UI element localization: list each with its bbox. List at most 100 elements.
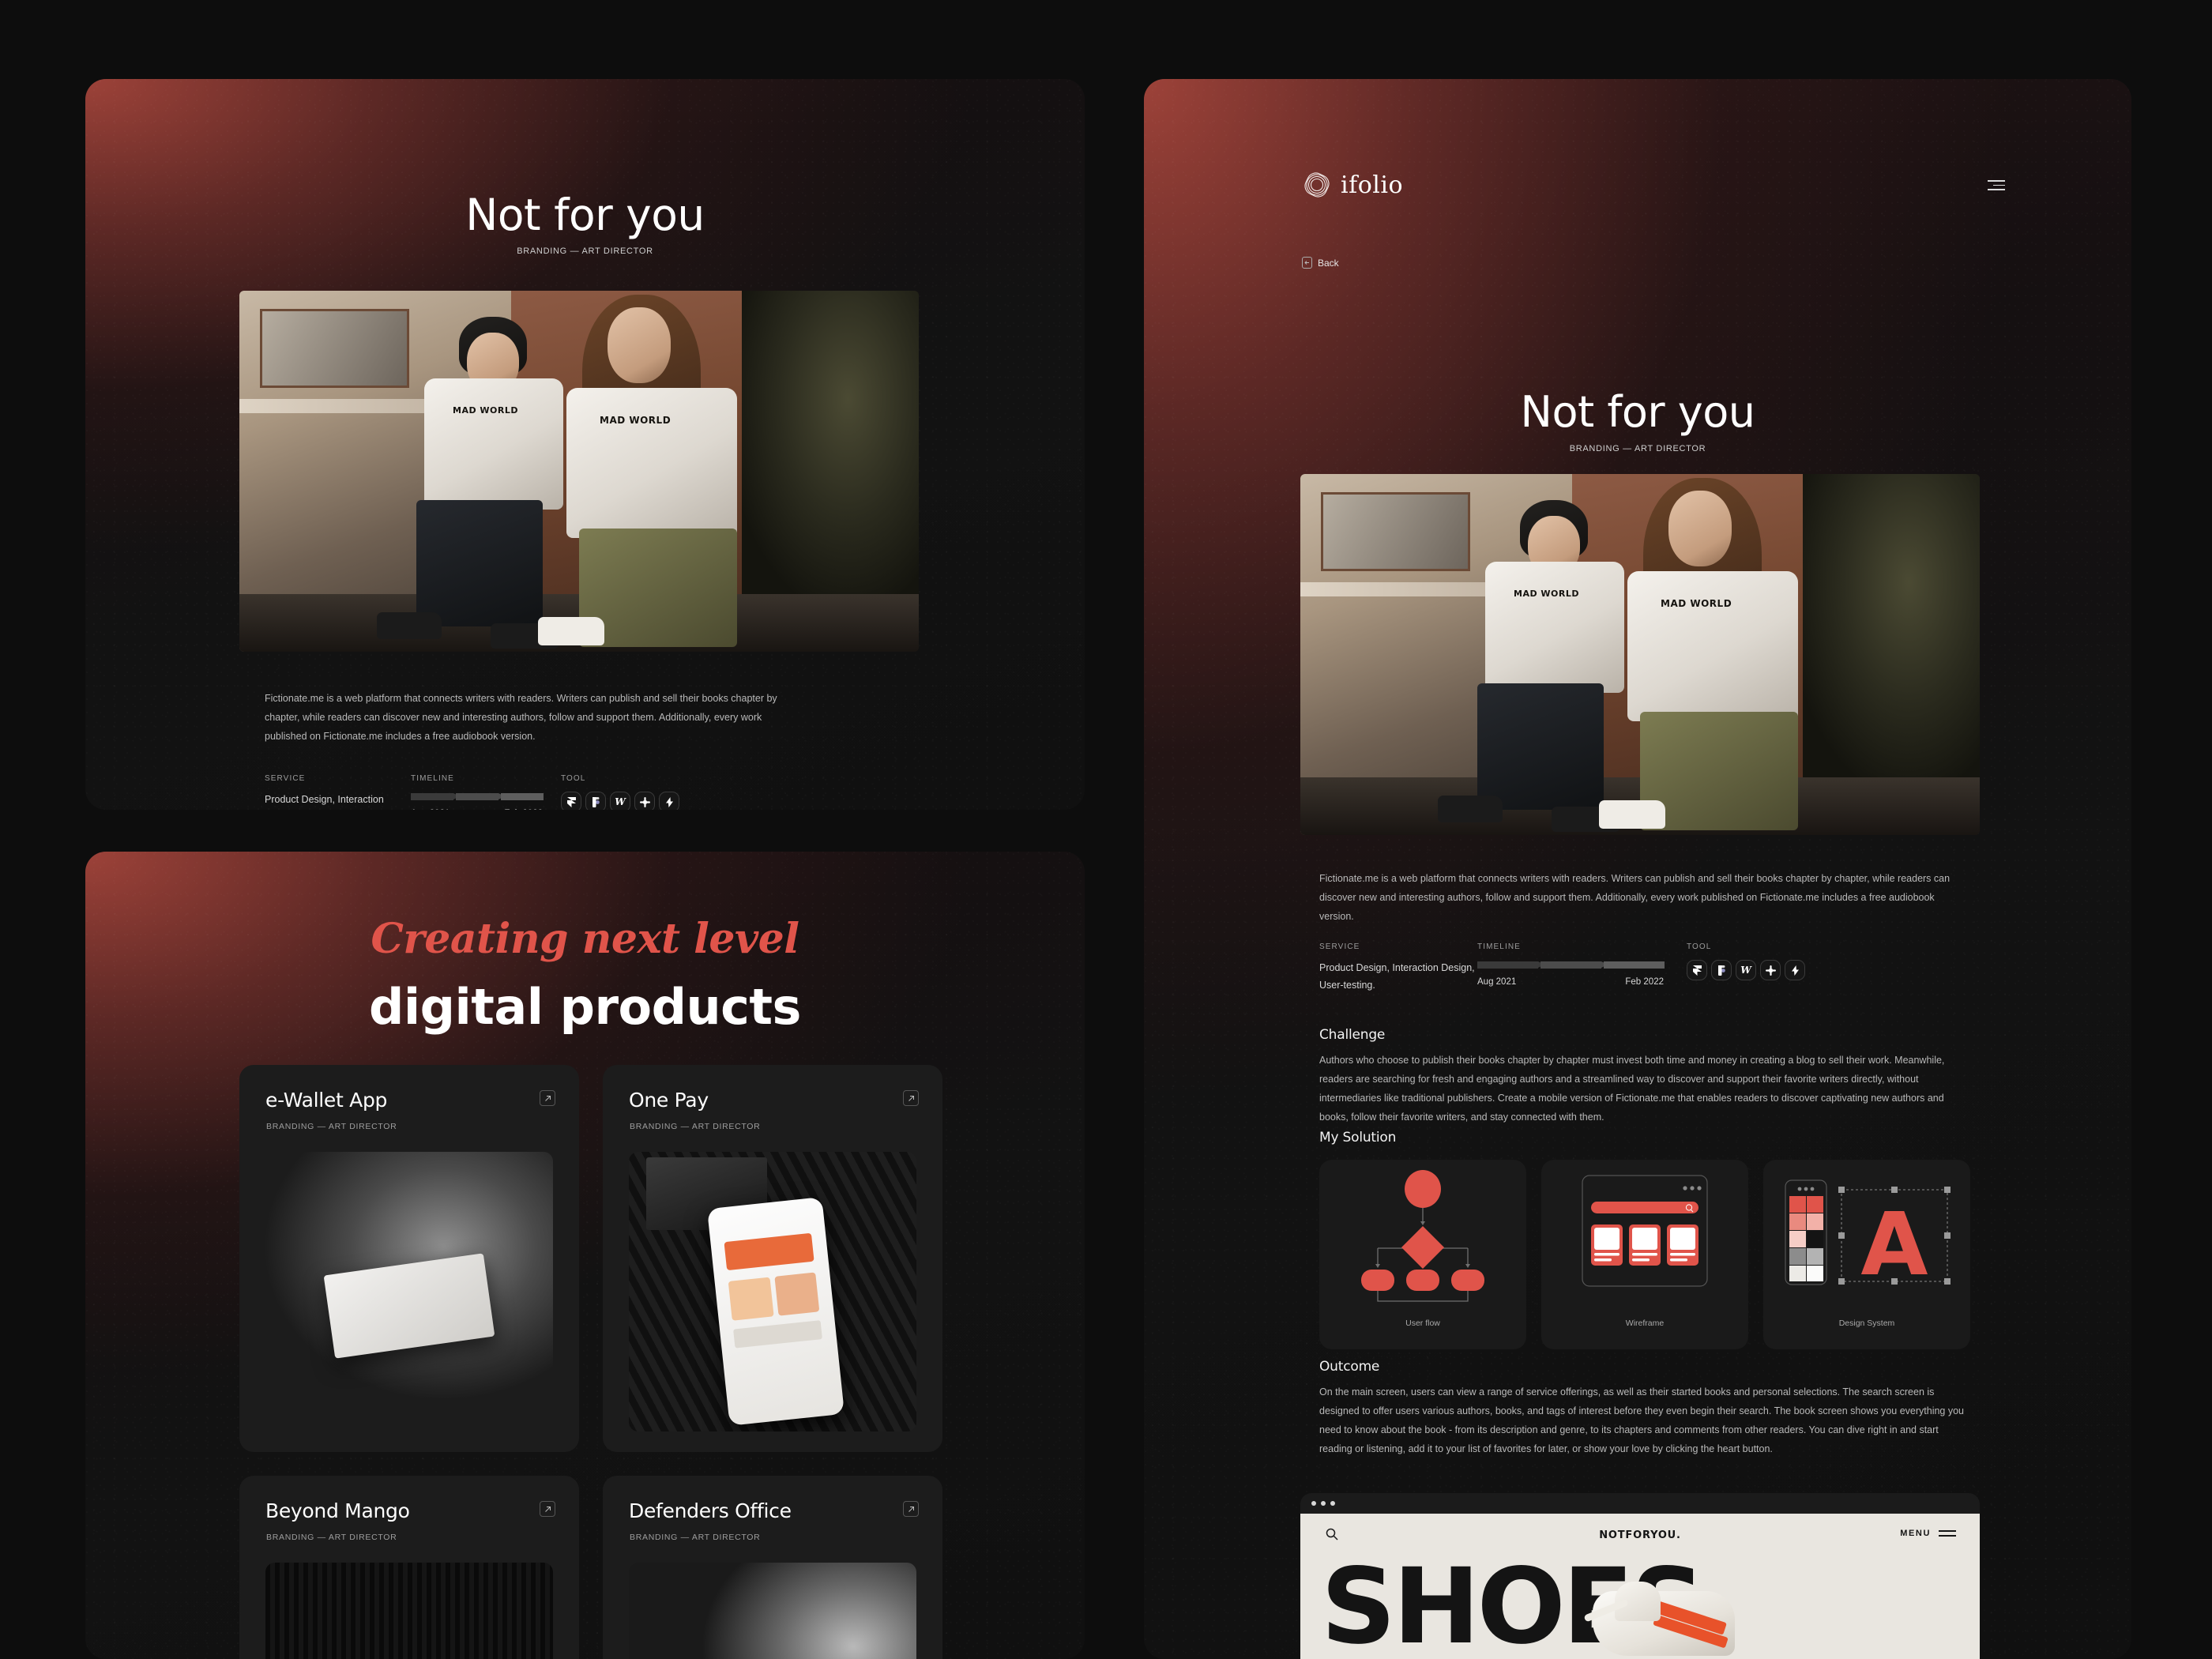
browser-dot (1321, 1501, 1326, 1506)
mock-sneaker-image (1569, 1572, 1751, 1659)
photo-window (259, 308, 409, 389)
timeline-end: Feb 2022 (1625, 977, 1664, 987)
mock-brand: NOTFORYOU. (1599, 1529, 1681, 1541)
back-button[interactable]: Back (1302, 257, 1339, 269)
timeline-bar (1477, 961, 1687, 969)
tool-chip-list: W (561, 792, 679, 810)
project-subtitle: BRANDING — ART DIRECTOR (266, 1122, 397, 1131)
browser-mockup: NOTFORYOU. MENU SHOES (1300, 1493, 1980, 1659)
framer-icon[interactable] (1687, 960, 1707, 980)
solution-caption: User flow (1405, 1319, 1440, 1328)
arrow-left-box-icon (1302, 257, 1312, 269)
timeline-start: Aug 2021 (1477, 977, 1517, 987)
detail-hero-photo: MAD WORLD MAD WORLD (1300, 474, 1980, 835)
project-title: Defenders Office (629, 1499, 792, 1522)
arrow-up-right-icon[interactable] (903, 1090, 919, 1106)
brand-logo[interactable]: ifolio (1302, 170, 1403, 200)
case-study-detail-panel: ifolio Back Not for you BRANDING — ART D… (1144, 79, 2131, 1659)
project-subtitle: BRANDING — ART DIRECTOR (630, 1533, 761, 1542)
solution-title: My Solution (1319, 1130, 1397, 1146)
webflow-icon[interactable]: W (1736, 960, 1756, 980)
framer-icon[interactable] (561, 792, 581, 810)
solution-card-design-system[interactable]: A Design System (1763, 1160, 1970, 1349)
arrow-up-right-icon[interactable] (903, 1501, 919, 1517)
project-card[interactable]: Defenders Office BRANDING — ART DIRECTOR (603, 1476, 942, 1659)
solution-card-list: User flow Wireframe A Design System (1319, 1160, 1970, 1349)
project-title: Beyond Mango (265, 1499, 410, 1522)
meta-timeline: TIMELINE Aug 2021 Feb 2022 (1477, 942, 1687, 995)
project-card[interactable]: e-Wallet App BRANDING — ART DIRECTOR (239, 1065, 579, 1452)
project-thumbnail (629, 1563, 916, 1659)
page-subtitle: BRANDING — ART DIRECTOR (517, 246, 653, 256)
arrow-up-right-icon[interactable] (540, 1501, 555, 1517)
project-thumbnail (265, 1563, 553, 1659)
flowchart-icon (1361, 1170, 1484, 1302)
hamburger-menu-icon[interactable] (1988, 180, 2005, 190)
meta-timeline: TIMELINE Aug 2021 Feb 2022 (411, 774, 561, 810)
mock-menu-button[interactable]: MENU (1900, 1529, 1956, 1538)
figma-icon[interactable] (585, 792, 606, 810)
service-label: SERVICE (1319, 942, 1360, 951)
design-system-icon: A (1785, 1179, 1951, 1295)
project-title: e-Wallet App (265, 1089, 388, 1112)
project-thumbnail (265, 1152, 553, 1431)
hero-photo: MAD WORLD MAD WORLD (239, 291, 919, 652)
detail-title: Not for you (1520, 387, 1755, 437)
canvas: Not for you BRANDING — ART DIRECTOR MAD … (0, 0, 2212, 1659)
timeline-end: Feb 2022 (504, 806, 543, 810)
brand-name: ifolio (1341, 171, 1404, 199)
meta-service: SERVICE Product Design, Interaction Desi… (1319, 942, 1477, 995)
project-card[interactable]: Beyond Mango BRANDING — ART DIRECTOR (239, 1476, 579, 1659)
slack-icon[interactable] (634, 792, 655, 810)
browser-title-bar (1300, 1493, 1980, 1514)
bolt-icon[interactable] (659, 792, 679, 810)
works-panel: Creating next level digital products e-W… (85, 852, 1085, 1659)
browser-dot (1311, 1501, 1316, 1506)
timeline-bar (411, 793, 561, 800)
project-subtitle: BRANDING — ART DIRECTOR (266, 1533, 397, 1542)
back-label: Back (1318, 257, 1339, 269)
timeline-label: TIMELINE (1477, 942, 1521, 951)
mock-menu-label: MENU (1900, 1529, 1931, 1538)
tool-label: TOOL (561, 774, 586, 783)
solution-caption: Wireframe (1625, 1319, 1665, 1328)
detail-subtitle: BRANDING — ART DIRECTOR (1569, 444, 1706, 453)
ifolio-spiral-icon (1304, 172, 1330, 198)
browser-viewport: NOTFORYOU. MENU SHOES (1300, 1514, 1980, 1659)
meta-tools: TOOL W (561, 774, 679, 810)
bolt-icon[interactable] (1785, 960, 1805, 980)
intro-paragraph: Fictionate.me is a web platform that con… (265, 693, 777, 742)
detail-challenge-paragraph: Authors who choose to publish their book… (1319, 1055, 1945, 1123)
hamburger-menu-icon[interactable] (1939, 1530, 1956, 1537)
works-heading-bold: digital products (369, 978, 801, 1036)
solution-card-wireframe[interactable]: Wireframe (1541, 1160, 1748, 1349)
shirt-text-left: MAD WORLD (453, 405, 519, 416)
service-label: SERVICE (265, 774, 306, 783)
slack-icon[interactable] (1760, 960, 1781, 980)
project-card[interactable]: One Pay BRANDING — ART DIRECTOR (603, 1065, 942, 1452)
tool-label: TOOL (1687, 942, 1712, 951)
meta-tools: TOOL W (1687, 942, 1805, 995)
timeline-start: Aug 2021 (411, 806, 450, 810)
outcome-title: Outcome (1319, 1359, 1380, 1375)
service-value: Product Design, Interaction Design, User… (1319, 962, 1475, 991)
solution-card-user-flow[interactable]: User flow (1319, 1160, 1526, 1349)
outcome-paragraph: On the main screen, users can view a ran… (1319, 1386, 1964, 1454)
detail-challenge-title: Challenge (1319, 1027, 1386, 1043)
photo-person-right: MAD WORLD (1593, 478, 1853, 835)
wireframe-icon (1582, 1175, 1708, 1287)
project-subtitle: BRANDING — ART DIRECTOR (630, 1122, 761, 1131)
case-study-preview-panel: Not for you BRANDING — ART DIRECTOR MAD … (85, 79, 1085, 810)
webflow-icon[interactable]: W (610, 792, 630, 810)
solution-caption: Design System (1838, 1319, 1895, 1328)
arrow-up-right-icon[interactable] (540, 1090, 555, 1106)
shirt-text-right: MAD WORLD (600, 415, 672, 426)
browser-dot (1330, 1501, 1335, 1506)
detail-meta-row: SERVICE Product Design, Interaction Desi… (1319, 942, 1975, 995)
service-value: Product Design, Interaction Design, User… (265, 794, 384, 805)
tool-chip-list: W (1687, 960, 1805, 980)
project-thumbnail (629, 1152, 916, 1431)
figma-icon[interactable] (1711, 960, 1732, 980)
detail-intro-paragraph: Fictionate.me is a web platform that con… (1319, 873, 1951, 922)
timeline-label: TIMELINE (411, 774, 454, 783)
